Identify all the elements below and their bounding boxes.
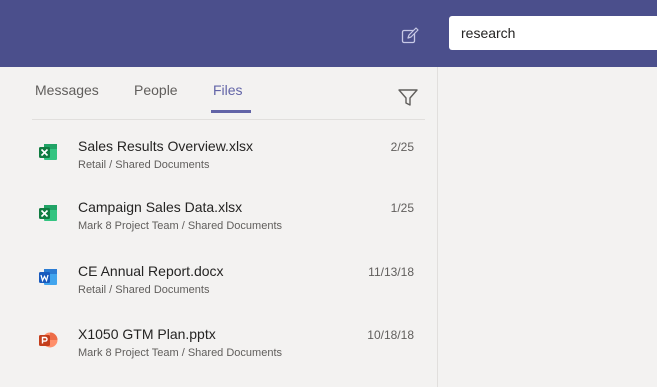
file-name: Sales Results Overview.xlsx	[78, 138, 254, 154]
search-results-pane: Messages People Files Sales Results Over…	[0, 67, 437, 387]
powerpoint-icon	[39, 332, 58, 348]
search-bar	[437, 0, 657, 67]
file-path: Retail / Shared Documents	[78, 284, 210, 296]
tab-files[interactable]: Files	[213, 82, 243, 98]
compose-icon[interactable]	[401, 27, 419, 45]
results-tabs: Messages People Files	[0, 67, 437, 113]
tab-messages[interactable]: Messages	[35, 82, 99, 98]
tab-people[interactable]: People	[134, 82, 178, 98]
search-input[interactable]	[449, 16, 657, 50]
excel-icon	[39, 144, 57, 160]
file-result-item[interactable]: X1050 GTM Plan.pptx Mark 8 Project Team …	[26, 320, 424, 376]
preview-pane	[437, 67, 657, 387]
file-path: Mark 8 Project Team / Shared Documents	[78, 347, 282, 359]
file-date: 11/13/18	[368, 265, 414, 279]
excel-icon	[39, 205, 57, 221]
file-result-item[interactable]: CE Annual Report.docx Retail / Shared Do…	[26, 257, 424, 313]
divider	[32, 119, 425, 120]
file-date: 2/25	[390, 140, 414, 154]
file-name: CE Annual Report.docx	[78, 263, 224, 279]
file-date: 1/25	[390, 201, 414, 215]
word-icon	[39, 269, 57, 285]
file-name: X1050 GTM Plan.pptx	[78, 326, 216, 342]
filter-icon[interactable]	[396, 85, 420, 109]
file-result-item[interactable]: Sales Results Overview.xlsx Retail / Sha…	[26, 132, 424, 188]
active-tab-indicator	[211, 110, 251, 113]
scrollbar-track[interactable]	[425, 67, 437, 387]
file-date: 10/18/18	[367, 328, 414, 342]
top-bar	[0, 0, 437, 67]
file-name: Campaign Sales Data.xlsx	[78, 199, 243, 215]
file-result-item[interactable]: Campaign Sales Data.xlsx Mark 8 Project …	[26, 193, 424, 249]
file-path: Mark 8 Project Team / Shared Documents	[78, 220, 282, 232]
file-path: Retail / Shared Documents	[78, 159, 210, 171]
